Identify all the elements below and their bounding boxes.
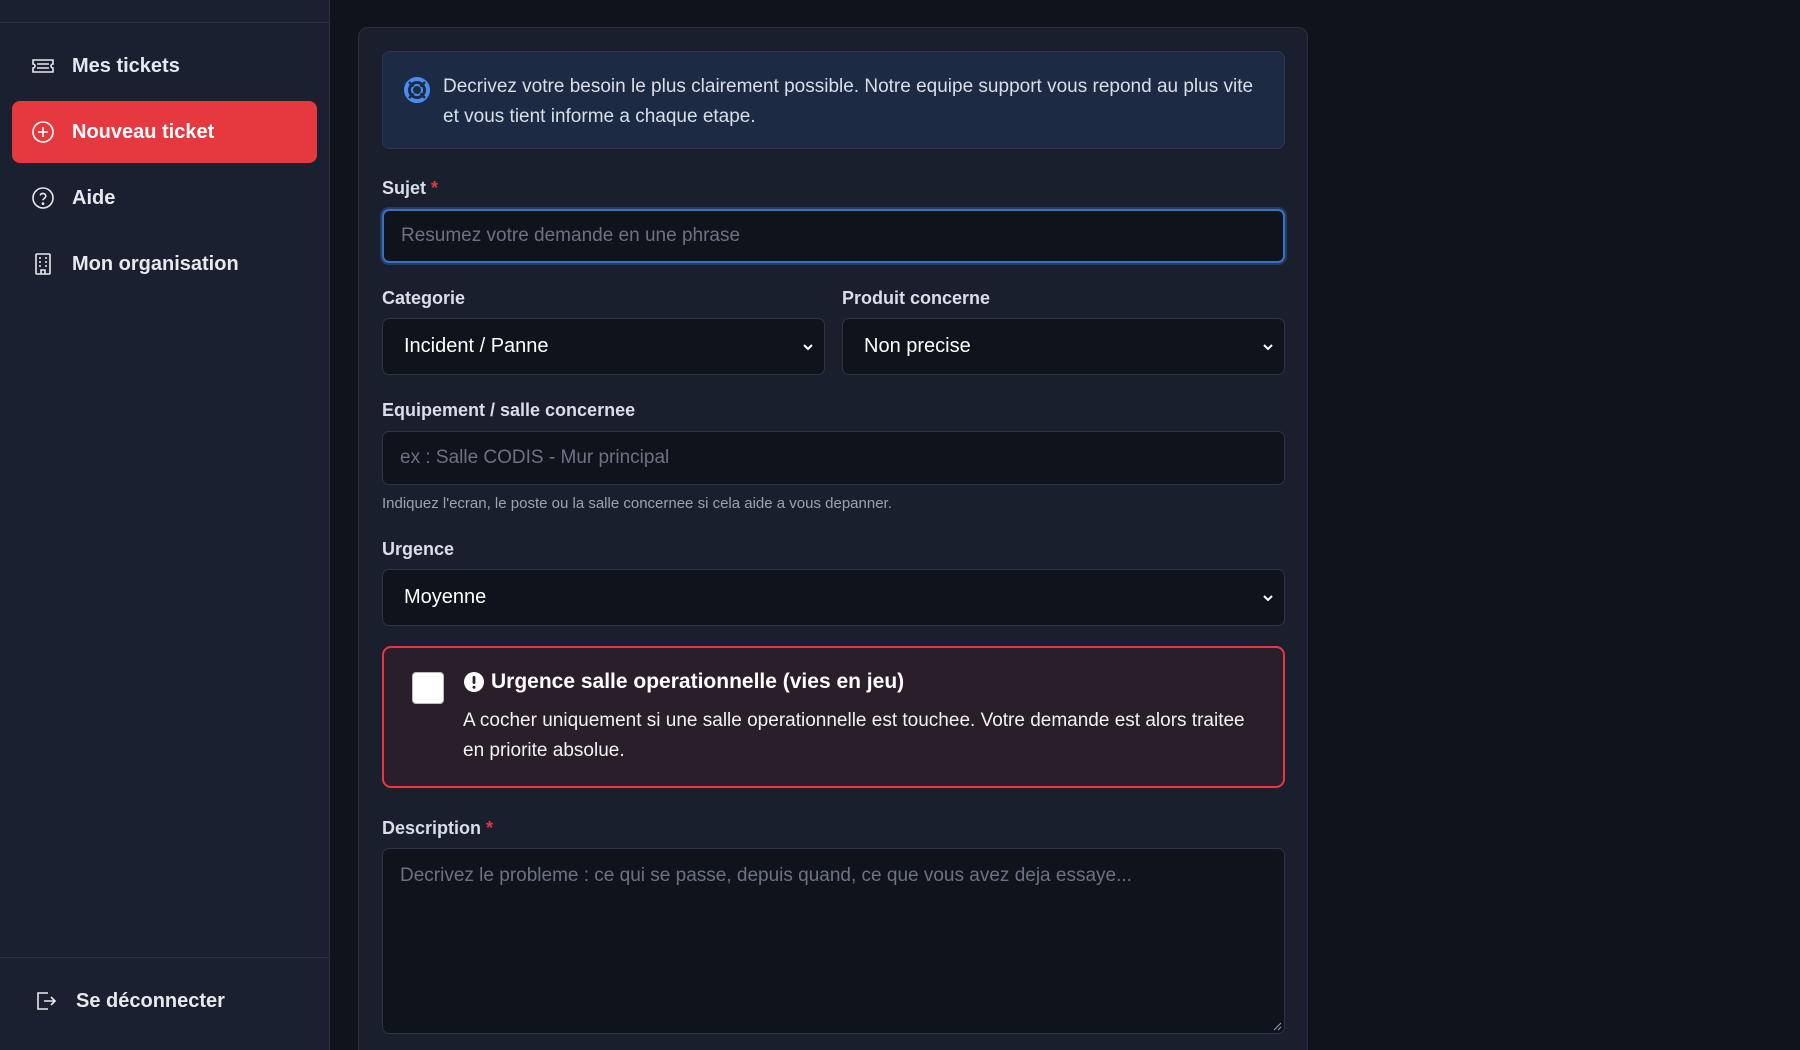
sidebar-item-label: Mon organisation [72, 252, 239, 275]
emergency-title-text: Urgence salle operationnelle (vies en je… [491, 670, 905, 693]
plus-circle-icon [30, 119, 56, 145]
sidebar-nav: Mes tickets Nouveau ticket Aide Mon orga… [12, 35, 317, 299]
sidebar: Mes tickets Nouveau ticket Aide Mon orga… [0, 0, 330, 1050]
app-root: Mes tickets Nouveau ticket Aide Mon orga… [0, 0, 1800, 1050]
sidebar-item-mes-tickets[interactable]: Mes tickets [12, 35, 317, 97]
category-value: Incident / Panne [404, 335, 549, 357]
product-label: Produit concerne [842, 288, 991, 308]
emergency-body: A cocher uniquement si une salle operati… [463, 710, 1245, 761]
building-icon [30, 251, 56, 277]
required-mark: * [486, 818, 494, 838]
chevron-down-icon [803, 343, 813, 350]
description-label: Description * [382, 818, 493, 839]
product-value: Non precise [864, 335, 971, 357]
new-ticket-card: Decrivez votre besoin le plus clairement… [358, 27, 1308, 1050]
subject-label-text: Sujet [382, 178, 427, 198]
urgency-label: Urgence [382, 539, 455, 559]
description-placeholder: Decrivez le probleme : ce qui se passe, … [400, 865, 1132, 886]
ticket-icon [30, 53, 56, 79]
chevron-down-icon [1263, 594, 1273, 601]
sidebar-item-mon-organisation[interactable]: Mon organisation [12, 233, 317, 295]
question-circle-icon [30, 185, 56, 211]
category-select[interactable]: Incident / Panne [382, 318, 825, 375]
logout-label: Se déconnecter [76, 989, 225, 1012]
urgency-value: Moyenne [404, 586, 487, 608]
chevron-down-icon [1263, 343, 1273, 350]
info-banner: Decrivez votre besoin le plus clairement… [382, 51, 1285, 149]
lifebuoy-icon [403, 76, 431, 104]
sidebar-divider-bottom [0, 957, 329, 958]
subject-placeholder: Resumez votre demande en une phrase [401, 225, 741, 246]
sidebar-item-nouveau-ticket[interactable]: Nouveau ticket [12, 101, 317, 163]
category-label: Categorie [382, 288, 466, 308]
emergency-alert: Urgence salle operationnelle (vies en je… [382, 646, 1285, 788]
info-text: Decrivez votre besoin le plus clairement… [443, 76, 1254, 127]
equipment-help-text: Indiquez l'ecran, le poste ou la salle c… [382, 495, 892, 512]
urgency-select[interactable]: Moyenne [382, 569, 1285, 626]
equipment-label: Equipement / salle concernee [382, 400, 636, 420]
sidebar-item-label: Mes tickets [72, 54, 180, 77]
exclamation-circle-icon [463, 671, 485, 693]
logout-button[interactable]: Se déconnecter [12, 970, 317, 1032]
description-label-text: Description [382, 818, 482, 838]
sidebar-item-label: Aide [72, 186, 116, 209]
description-textarea[interactable]: Decrivez le probleme : ce qui se passe, … [382, 848, 1285, 1034]
equipment-placeholder: ex : Salle CODIS - Mur principal [400, 447, 670, 468]
subject-label: Sujet * [382, 178, 438, 199]
sidebar-item-label: Nouveau ticket [72, 120, 215, 143]
equipment-input[interactable]: ex : Salle CODIS - Mur principal [382, 431, 1285, 485]
product-select[interactable]: Non precise [842, 318, 1285, 375]
sidebar-item-aide[interactable]: Aide [12, 167, 317, 229]
sidebar-divider-top [0, 22, 329, 23]
subject-input[interactable]: Resumez votre demande en une phrase [382, 209, 1285, 263]
emergency-title: Urgence salle operationnelle (vies en je… [463, 670, 904, 694]
logout-icon [34, 988, 60, 1014]
emergency-checkbox[interactable] [412, 672, 444, 704]
required-mark: * [431, 178, 439, 198]
resize-handle-icon[interactable] [1272, 1021, 1282, 1031]
